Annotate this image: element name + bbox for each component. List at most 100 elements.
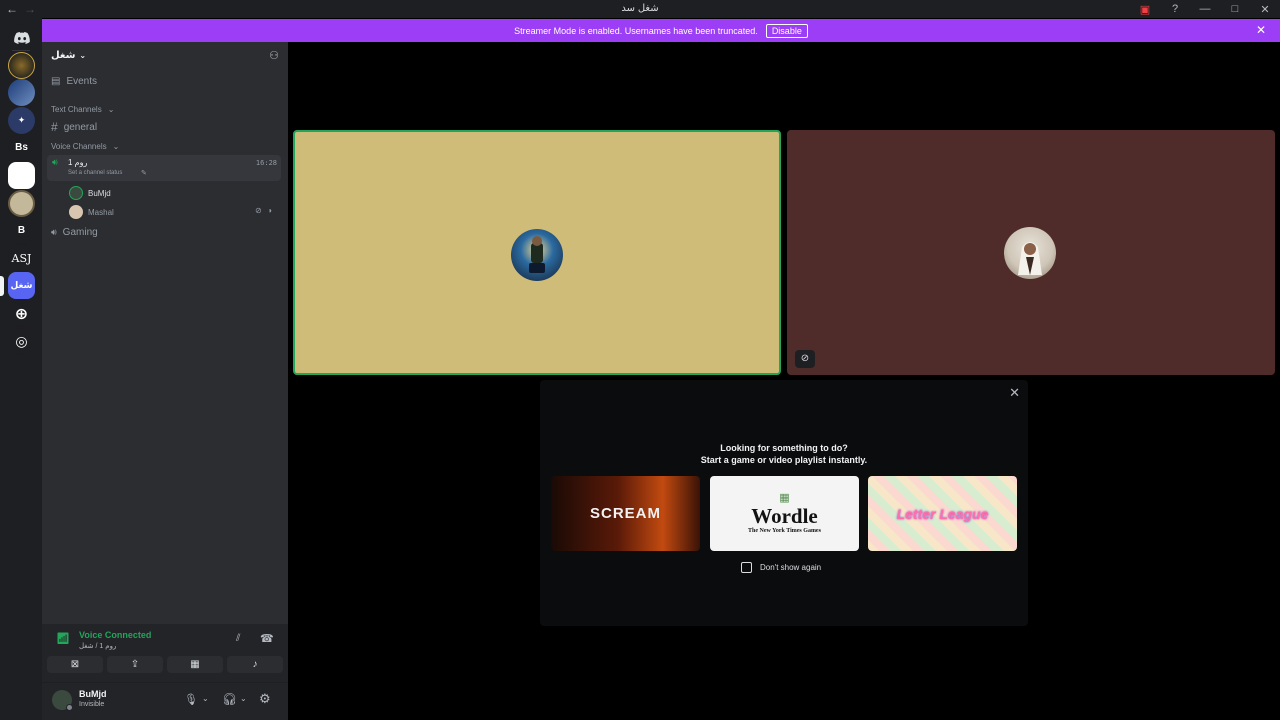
activity-title-line2: Start a game or video playlist instantly… [700, 455, 868, 465]
voice-member-name: BuMjd [88, 188, 111, 198]
checkbox-icon[interactable] [741, 562, 752, 573]
events-item[interactable]: ▤ Events [51, 76, 97, 87]
voice-location[interactable]: روم 1 / شغل [79, 642, 116, 650]
voice-channel-active[interactable]: 🔊︎ روم 1 16:28 Set a channel status ✎ [47, 155, 281, 181]
gaming-label: Gaming [62, 227, 98, 238]
add-server-icon[interactable]: ⊕ [8, 300, 35, 327]
invite-people-icon[interactable]: ⚇ [269, 49, 279, 62]
disable-button[interactable]: Disable [765, 23, 808, 38]
voice-channel-timer: 16:28 [255, 159, 277, 167]
video-tile-mashal[interactable]: ⊘ [787, 130, 1275, 375]
streamer-mode-banner: Streamer Mode is enabled. Usernames have… [42, 19, 1280, 42]
avatar [69, 205, 83, 219]
server-icon-5[interactable] [8, 162, 35, 189]
soundboard-button[interactable]: ♪ [227, 656, 283, 673]
chevron-down-icon[interactable]: ⌄ [240, 694, 247, 703]
wordle-card-title: Wordle [751, 504, 818, 528]
activities-icon: ▦ [190, 659, 200, 670]
calendar-icon: ▤ [51, 76, 61, 87]
chevron-down-icon: ⌄ [79, 50, 87, 60]
title-bar: ← → شغل سد ▣ ? — □ ✕ [0, 0, 1280, 18]
screen-share-icon[interactable]: ▣ [1130, 3, 1160, 16]
server-icon-active[interactable]: شغل [8, 272, 35, 299]
maximize-icon[interactable]: □ [1220, 3, 1250, 15]
chevron-down-icon: ⌄ [107, 105, 115, 114]
activity-card-wordle[interactable]: ▦ Wordle The New York Times Games [710, 476, 859, 551]
voice-member[interactable]: BuMjd [69, 186, 111, 200]
voice-category-label: Voice Channels [51, 142, 107, 151]
events-label: Events [66, 76, 98, 87]
server-icon-asj[interactable]: ASJ [8, 245, 35, 272]
user-status: Invisible [79, 701, 105, 708]
activities-button[interactable]: ▦ [167, 656, 223, 673]
avatar [511, 229, 563, 281]
window-title: شغل سد [621, 3, 659, 14]
voice-channel-name: روم 1 [68, 158, 88, 167]
discord-home-icon[interactable] [8, 24, 35, 51]
voice-status[interactable]: Voice Connected [79, 630, 151, 640]
speaker-icon: 🔊︎ [52, 157, 58, 167]
server-list: ✦ Bs B ASJ شغل ⊕ ◎ [0, 18, 42, 720]
help-icon[interactable]: ? [1160, 3, 1190, 15]
server-icon-3[interactable]: ✦ [8, 107, 35, 134]
channel-sidebar: شغل ⌄ ⚇ ▤ Events Text Channels ⌄ # gener… [42, 42, 288, 720]
text-channels-category[interactable]: Text Channels ⌄ [51, 105, 114, 114]
microphone-icon[interactable]: 🎙︎ [184, 693, 198, 706]
headphones-icon[interactable]: 🎧︎ [222, 692, 237, 706]
wordle-grid-icon: ▦ [779, 492, 790, 504]
settings-gear-icon[interactable]: ⚙ [259, 691, 271, 707]
soundboard-icon: ♪ [252, 659, 258, 670]
text-category-label: Text Channels [51, 105, 102, 114]
voice-member-name: Mashal [88, 207, 114, 217]
hash-icon: # [51, 120, 58, 134]
server-icon-2[interactable] [8, 79, 35, 106]
letter-league-card-title: Letter League [896, 505, 989, 522]
close-window-icon[interactable]: ✕ [1250, 3, 1280, 16]
voice-channels-category[interactable]: Voice Channels ⌄ [51, 142, 119, 151]
channel-status-hint[interactable]: Set a channel status [68, 170, 122, 176]
activity-launcher: ✕ Looking for something to do? Start a g… [540, 380, 1028, 626]
close-icon[interactable]: ✕ [1009, 385, 1020, 401]
dont-show-again-checkbox[interactable]: Don't show again [741, 562, 821, 573]
general-label: general [63, 121, 98, 133]
speaker-icon: 🔊︎ [51, 227, 57, 237]
scream-card-title: SCREAM [589, 505, 661, 522]
activity-title-line1: Looking for something to do? [720, 443, 848, 453]
voice-connection-panel: 📶︎ Voice Connected روم 1 / شغل ⫽ ☎︎ ⊠ ⇪ … [42, 624, 288, 682]
invisible-status-icon [66, 704, 73, 711]
noise-suppression-icon[interactable]: ⫽ [236, 633, 240, 644]
server-name: شغل [51, 49, 76, 61]
avatar [1004, 227, 1056, 279]
server-icon-1[interactable] [8, 52, 35, 79]
camera-off-icon: ⊠ [70, 659, 80, 670]
activity-card-letter-league[interactable]: Letter League [868, 476, 1017, 551]
disconnect-icon[interactable]: ☎︎ [260, 632, 274, 645]
avatar [69, 186, 83, 200]
explore-icon[interactable]: ◎ [8, 328, 35, 355]
user-panel: BuMjd Invisible 🎙︎ ⌄ 🎧︎ ⌄ ⚙ [42, 682, 288, 720]
user-name[interactable]: BuMjd [79, 689, 107, 699]
server-header[interactable]: شغل ⌄ ⚇ [42, 42, 288, 68]
video-tile-bumjd[interactable] [293, 130, 781, 375]
share-screen-button[interactable]: ⇪ [107, 656, 163, 673]
channel-general[interactable]: # general [51, 120, 97, 134]
banner-close-icon[interactable]: ✕ [1256, 23, 1266, 37]
camera-off-button[interactable]: ⊠ [47, 656, 103, 673]
pencil-icon[interactable]: ✎ [141, 169, 147, 177]
banner-text: Streamer Mode is enabled. Usernames have… [514, 25, 758, 36]
share-screen-icon: ⇪ [130, 659, 140, 670]
voice-member[interactable]: Mashal [69, 205, 114, 219]
server-icon-b[interactable]: B [8, 217, 35, 244]
channel-gaming[interactable]: 🔊︎ Gaming [51, 227, 98, 238]
server-icon-6[interactable] [8, 190, 35, 217]
chevron-down-icon[interactable]: ⌄ [202, 694, 209, 703]
mic-muted-icon: ⊘ [795, 350, 815, 368]
signal-icon: 📶︎ [56, 633, 70, 645]
dont-show-again-label: Don't show again [760, 563, 822, 572]
activity-card-scream[interactable]: SCREAM [551, 476, 700, 551]
chevron-down-icon: ⌄ [112, 142, 120, 151]
minimize-icon[interactable]: — [1190, 3, 1220, 15]
deafened-icon: ◗ [268, 206, 273, 215]
wordle-card-subtitle: The New York Times Games [748, 528, 821, 534]
server-icon-bs[interactable]: Bs [8, 134, 35, 161]
